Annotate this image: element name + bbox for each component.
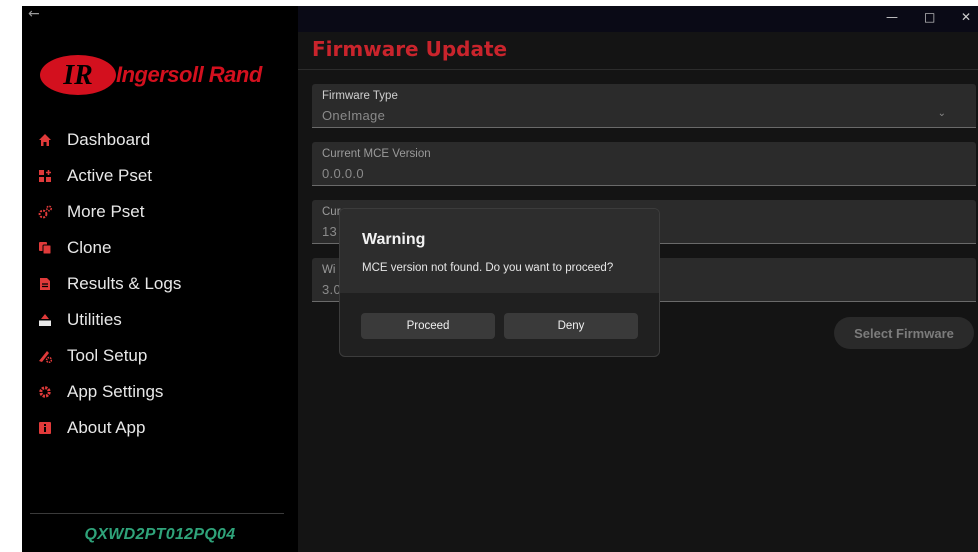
sidebar-item-dashboard[interactable]: Dashboard (22, 122, 298, 158)
file-icon (22, 277, 67, 291)
field-label: Current MCE Version (322, 148, 431, 160)
device-id: QXWD2PT012PQ04 (84, 526, 236, 543)
sidebar-item-about-app[interactable]: About App (22, 410, 298, 446)
copy-icon (22, 241, 67, 255)
sidebar-item-label: Tool Setup (67, 346, 148, 365)
dialog-body (340, 209, 659, 293)
utilities-icon (22, 313, 67, 327)
sidebar: ← IR Ingersoll Rand Dashboard Active Pse… (22, 6, 298, 552)
sidebar-item-label: Results & Logs (67, 274, 182, 293)
sidebar-item-results-logs[interactable]: Results & Logs (22, 266, 298, 302)
close-icon[interactable]: ✕ (961, 10, 971, 24)
sidebar-item-label: About App (67, 418, 146, 437)
sidebar-item-active-pset[interactable]: Active Pset (22, 158, 298, 194)
sidebar-item-label: Clone (67, 238, 112, 257)
page-title: Firmware Update (312, 37, 508, 61)
select-firmware-button[interactable]: Select Firmware (834, 317, 974, 349)
svg-text:IR: IR (62, 60, 93, 91)
field-value: 0.0.0.0 (322, 166, 364, 181)
back-arrow-icon[interactable]: ← (28, 6, 40, 22)
title-divider (298, 69, 978, 70)
sidebar-item-utilities[interactable]: Utilities (22, 302, 298, 338)
warning-dialog: Warning MCE version not found. Do you wa… (339, 208, 660, 357)
info-icon (22, 421, 67, 435)
field-label: Wi (322, 264, 336, 276)
deny-button[interactable]: Deny (504, 313, 638, 339)
tool-gear-icon (22, 349, 67, 363)
sidebar-item-tool-setup[interactable]: Tool Setup (22, 338, 298, 374)
field-label: Cur (322, 206, 341, 218)
sidebar-item-label: Dashboard (67, 130, 151, 149)
gears-icon (22, 205, 67, 219)
grid-plus-icon (22, 169, 67, 183)
chevron-down-icon: ⌄ (937, 108, 946, 119)
window-titlebar: — □ ✕ (298, 6, 978, 32)
sidebar-item-clone[interactable]: Clone (22, 230, 298, 266)
brand-name: Ingersoll Rand (116, 62, 262, 87)
sidebar-item-label: Utilities (67, 310, 122, 329)
ir-logo-icon: IR (40, 55, 116, 95)
firmware-type-select[interactable]: Firmware Type OneImage ⌄ (312, 84, 976, 128)
gear-icon (22, 385, 67, 399)
current-mce-version-field: Current MCE Version 0.0.0.0 (312, 142, 976, 186)
sidebar-item-label: App Settings (67, 382, 164, 401)
sidebar-item-app-settings[interactable]: App Settings (22, 374, 298, 410)
field-value: OneImage (322, 108, 386, 123)
sidebar-item-label: Active Pset (67, 166, 153, 185)
proceed-button[interactable]: Proceed (361, 313, 495, 339)
dialog-title: Warning (362, 231, 426, 248)
sidebar-divider (30, 513, 284, 514)
maximize-icon[interactable]: □ (924, 10, 935, 24)
field-label: Firmware Type (322, 90, 398, 102)
brand-logo: IR Ingersoll Rand (38, 50, 262, 100)
sidebar-item-label: More Pset (67, 202, 145, 221)
sidebar-item-more-pset[interactable]: More Pset (22, 194, 298, 230)
field-value: 13 (322, 224, 338, 239)
sidebar-nav: Dashboard Active Pset More Pset Clone Re… (22, 122, 298, 446)
dialog-message: MCE version not found. Do you want to pr… (362, 262, 614, 274)
home-icon (22, 133, 67, 147)
minimize-icon[interactable]: — (886, 10, 898, 24)
